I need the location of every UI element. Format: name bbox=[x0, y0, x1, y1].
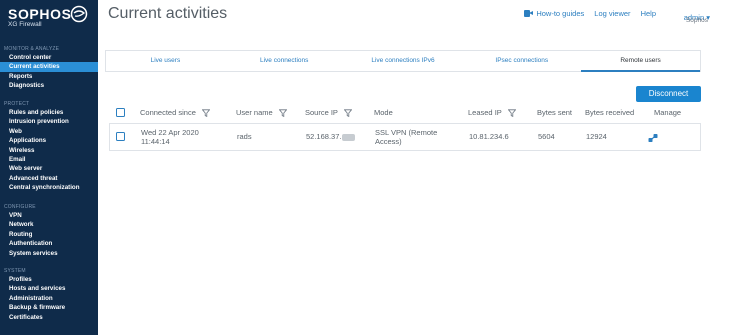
nav-group-system: SYSTEM Profiles Hosts and services Admin… bbox=[0, 267, 98, 322]
log-viewer-link[interactable]: Log viewer bbox=[594, 9, 630, 18]
sidebar-item-network[interactable]: Network bbox=[0, 220, 98, 229]
column-header-leased-ip[interactable]: Leased IP bbox=[468, 108, 516, 117]
disconnect-user-icon[interactable] bbox=[648, 133, 658, 143]
row-checkbox[interactable] bbox=[116, 132, 125, 141]
source-ip-value: 52.168.37. bbox=[306, 132, 342, 141]
column-label: Bytes received bbox=[585, 108, 635, 117]
cell-leased-ip: 10.81.234.6 bbox=[469, 132, 509, 141]
column-header-mode: Mode bbox=[374, 108, 393, 117]
sidebar-item-routing[interactable]: Routing bbox=[0, 230, 98, 239]
tab-ipsec-connections[interactable]: IPsec connections bbox=[462, 51, 581, 71]
how-to-guides-label: How-to guides bbox=[536, 8, 585, 18]
brand-product: XG Firewall bbox=[8, 21, 42, 28]
org-name: Sophos bbox=[685, 17, 708, 24]
column-label: Manage bbox=[654, 108, 682, 117]
column-label: Source IP bbox=[305, 108, 338, 117]
sidebar-item-vpn[interactable]: VPN bbox=[0, 211, 98, 220]
column-label: Mode bbox=[374, 108, 393, 117]
filter-icon[interactable] bbox=[343, 108, 352, 117]
tab-remote-users[interactable]: Remote users bbox=[581, 51, 700, 72]
filter-icon[interactable] bbox=[201, 108, 210, 117]
table-row[interactable]: Wed 22 Apr 2020 11:44:14 rads 52.168.37.… bbox=[109, 123, 701, 151]
remote-users-table: Connected since User name Source IP Mode… bbox=[109, 103, 701, 151]
column-label: Bytes sent bbox=[537, 108, 573, 117]
sidebar-item-rules-and-policies[interactable]: Rules and policies bbox=[0, 108, 98, 117]
top-links: How-to guides Log viewer Help bbox=[524, 7, 656, 19]
cell-connected-since: Wed 22 Apr 2020 11:44:14 bbox=[141, 128, 199, 146]
sidebar-item-intrusion-prevention[interactable]: Intrusion prevention bbox=[0, 117, 98, 126]
how-to-guides-link[interactable]: How-to guides bbox=[524, 9, 584, 18]
sidebar: SOPHOS XG Firewall MONITOR & ANALYZE Con… bbox=[0, 0, 98, 335]
brand-name: SOPHOS bbox=[8, 6, 72, 22]
cell-bytes-received: 12924 bbox=[586, 132, 607, 141]
nav-heading: PROTECT bbox=[4, 101, 30, 107]
column-label: User name bbox=[236, 108, 273, 117]
video-camera-icon bbox=[524, 9, 534, 17]
nav-group-configure: CONFIGURE VPN Network Routing Authentica… bbox=[0, 203, 98, 258]
column-label: Leased IP bbox=[468, 108, 502, 117]
sidebar-item-web-server[interactable]: Web server bbox=[0, 164, 98, 173]
cell-source-ip: 52.168.37. bbox=[306, 132, 356, 142]
table-header: Connected since User name Source IP Mode… bbox=[109, 103, 701, 123]
nav-group-monitor: MONITOR & ANALYZE Control center Current… bbox=[0, 45, 98, 91]
sidebar-item-control-center[interactable]: Control center bbox=[0, 53, 98, 62]
sidebar-item-system-services[interactable]: System services bbox=[0, 249, 98, 258]
column-header-bytes-sent: Bytes sent bbox=[537, 108, 572, 117]
sidebar-item-reports[interactable]: Reports bbox=[0, 72, 98, 81]
sidebar-item-web[interactable]: Web bbox=[0, 127, 98, 136]
tab-bar: Live users Live connections Live connect… bbox=[105, 50, 701, 72]
sidebar-item-wireless[interactable]: Wireless bbox=[0, 146, 98, 155]
sidebar-item-administration[interactable]: Administration bbox=[0, 294, 98, 303]
sidebar-item-profiles[interactable]: Profiles bbox=[0, 275, 98, 284]
tab-live-connections-ipv6[interactable]: Live connections IPv6 bbox=[344, 51, 463, 71]
nav-group-protect: PROTECT Rules and policies Intrusion pre… bbox=[0, 100, 98, 193]
select-all-checkbox[interactable] bbox=[116, 108, 125, 117]
cell-user-name: rads bbox=[237, 132, 252, 141]
sidebar-item-diagnostics[interactable]: Diagnostics bbox=[0, 81, 98, 90]
sidebar-item-advanced-threat[interactable]: Advanced threat bbox=[0, 174, 98, 183]
sidebar-item-hosts-and-services[interactable]: Hosts and services bbox=[0, 284, 98, 293]
sidebar-item-authentication[interactable]: Authentication bbox=[0, 239, 98, 248]
sidebar-item-central-synchronization[interactable]: Central synchronization bbox=[0, 183, 98, 192]
filter-icon[interactable] bbox=[507, 108, 516, 117]
column-header-bytes-received: Bytes received bbox=[585, 108, 634, 117]
sidebar-item-email[interactable]: Email bbox=[0, 155, 98, 164]
cell-mode: SSL VPN (Remote Access) bbox=[375, 128, 437, 146]
connected-time: 11:44:14 bbox=[141, 136, 170, 146]
mode-line: Access) bbox=[375, 136, 402, 146]
sidebar-item-backup-firmware[interactable]: Backup & firmware bbox=[0, 303, 98, 312]
column-label: Connected since bbox=[140, 108, 196, 117]
nav-heading: SYSTEM bbox=[4, 268, 26, 274]
page-title: Current activities bbox=[108, 5, 228, 22]
column-header-connected-since[interactable]: Connected since bbox=[140, 108, 210, 117]
help-link[interactable]: Help bbox=[641, 9, 656, 18]
globe-icon bbox=[70, 5, 88, 23]
tab-live-connections[interactable]: Live connections bbox=[225, 51, 344, 71]
tab-live-users[interactable]: Live users bbox=[106, 51, 225, 71]
column-header-user-name[interactable]: User name bbox=[236, 108, 287, 117]
sidebar-item-applications[interactable]: Applications bbox=[0, 136, 98, 145]
nav-heading: CONFIGURE bbox=[4, 204, 36, 210]
cell-bytes-sent: 5604 bbox=[538, 132, 555, 141]
column-header-source-ip[interactable]: Source IP bbox=[305, 108, 352, 117]
sidebar-item-certificates[interactable]: Certificates bbox=[0, 313, 98, 322]
sidebar-item-current-activities[interactable]: Current activities bbox=[0, 62, 98, 72]
nav-heading: MONITOR & ANALYZE bbox=[4, 46, 60, 52]
filter-icon[interactable] bbox=[278, 108, 287, 117]
disconnect-button[interactable]: Disconnect bbox=[636, 86, 701, 102]
column-header-manage: Manage bbox=[654, 108, 681, 117]
redacted-block bbox=[342, 133, 356, 141]
sophos-logo[interactable]: SOPHOS XG Firewall bbox=[8, 5, 92, 30]
